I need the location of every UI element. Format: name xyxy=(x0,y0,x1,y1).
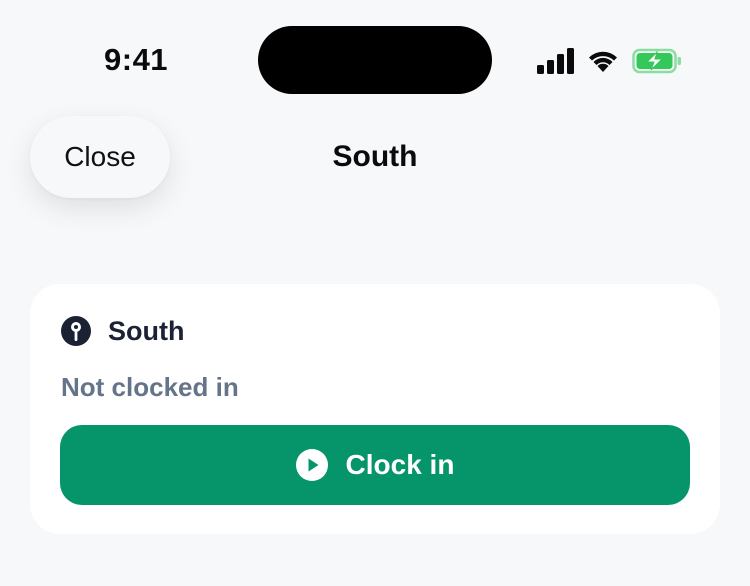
card-header: South xyxy=(61,316,184,346)
close-button[interactable]: Close xyxy=(30,116,170,198)
clock-in-label: Clock in xyxy=(345,449,455,480)
status-time: 9:41 xyxy=(104,42,169,77)
clock-in-button[interactable]: Clock in xyxy=(60,425,690,505)
location-name: South xyxy=(108,315,185,346)
clock-status-text: Not clocked in xyxy=(61,372,239,402)
status-bar: 9:41 xyxy=(0,0,750,110)
battery-charging-icon xyxy=(632,48,681,74)
play-circle-icon xyxy=(295,449,328,481)
dynamic-island xyxy=(258,26,492,94)
screen: 9:41 Close South South Not clocked in Cl… xyxy=(0,0,750,586)
location-pin-icon xyxy=(61,316,91,346)
wifi-icon xyxy=(589,51,617,72)
cellular-signal-icon xyxy=(537,48,574,74)
location-card: South Not clocked in Clock in xyxy=(30,284,720,534)
